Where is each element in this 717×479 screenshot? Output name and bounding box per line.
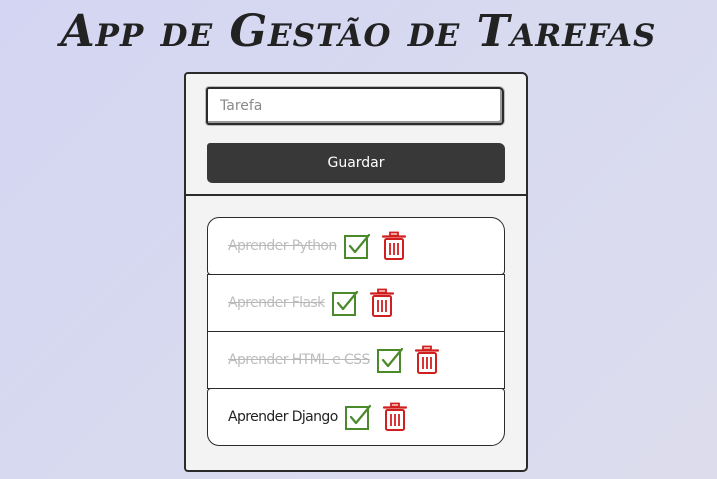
trash-icon[interactable] [369,288,395,318]
trash-icon[interactable] [381,231,407,261]
task-item: Aprender Django [207,388,505,446]
task-item: Aprender HTML e CSS [207,331,505,389]
task-input[interactable] [206,87,504,125]
check-square-icon[interactable] [343,232,371,260]
save-button[interactable]: Guardar [207,143,505,183]
app-title: App de Gestão de Tarefas [60,6,657,57]
check-square-icon[interactable] [376,346,404,374]
task-label: Aprender Python [228,238,337,254]
task-item: Aprender Flask [207,274,505,332]
task-list: Aprender Python Aprender Flask Aprender … [207,217,505,446]
task-label: Aprender Flask [228,295,325,311]
task-form: Guardar [186,74,526,196]
task-label: Aprender Django [228,409,338,425]
check-square-icon[interactable] [331,289,359,317]
trash-icon[interactable] [414,345,440,375]
task-label: Aprender HTML e CSS [228,352,370,368]
task-app-card: Guardar Aprender Python Aprender Flask A… [184,72,528,472]
task-item: Aprender Python [207,217,505,275]
trash-icon[interactable] [382,402,408,432]
check-square-icon[interactable] [344,403,372,431]
